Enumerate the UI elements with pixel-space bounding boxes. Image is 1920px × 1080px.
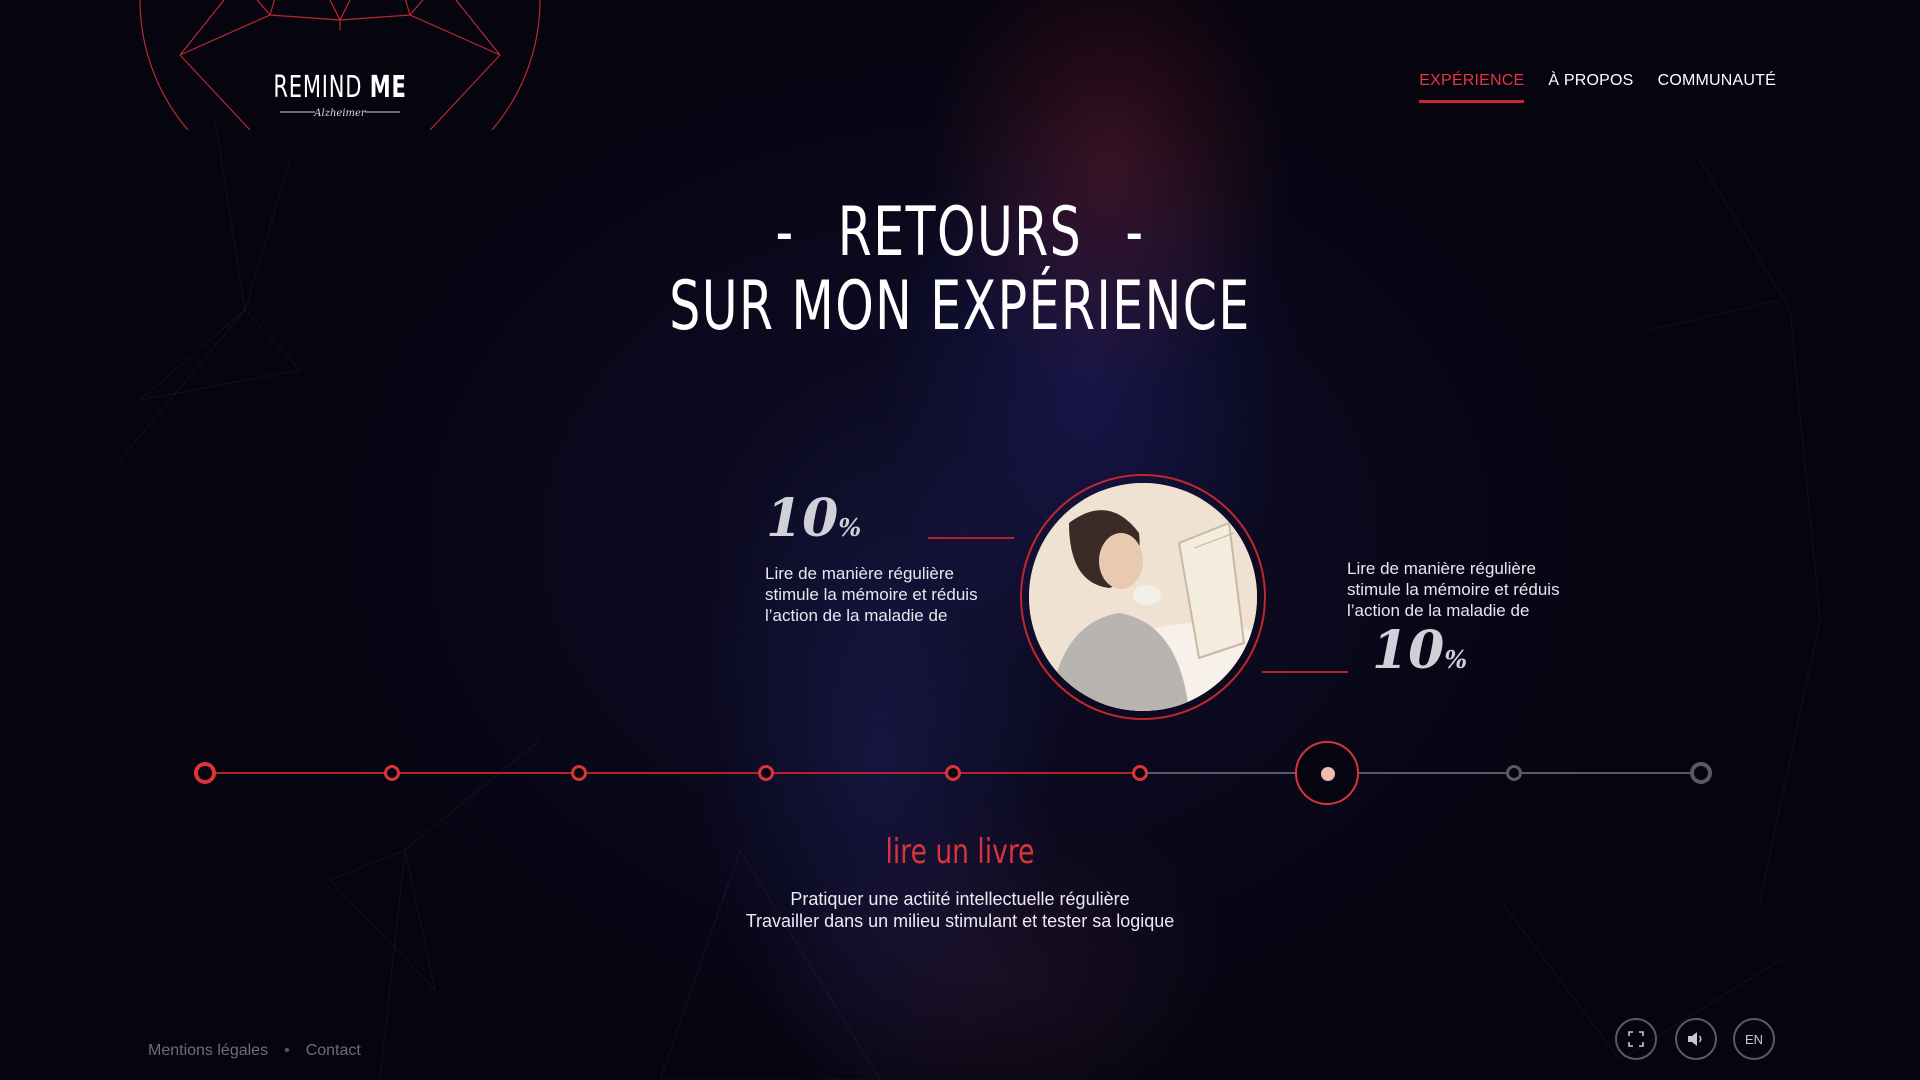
stat-left-number: 10: [766, 488, 839, 549]
nav-item-communaute[interactable]: COMMUNAUTÉ: [1658, 72, 1776, 103]
fullscreen-icon: [1628, 1031, 1644, 1047]
page-title-line2: SUR MON EXPÉRIENCE: [669, 267, 1251, 346]
sound-button[interactable]: [1675, 1018, 1717, 1060]
timeline-description-line: Travailler dans un milieu stimulant et t…: [745, 911, 1175, 931]
timeline-step[interactable]: [1506, 765, 1522, 781]
stat-left-connector: [928, 537, 1014, 539]
stat-right-connector: [1262, 671, 1348, 673]
woman-reading-photo: [1029, 483, 1257, 711]
logo-subtitle: Alzheimer: [314, 108, 366, 119]
page-title: - RETOURS - SUR MON EXPÉRIENCE: [0, 196, 1920, 344]
logo-wordmark: REMIND ME: [168, 70, 511, 105]
stat-right-text: Lire de manière régulière stimule la mém…: [1347, 559, 1560, 620]
stat-right-unit: %: [1444, 645, 1468, 674]
stat-right-number: 10: [1372, 620, 1445, 681]
timeline-description: Pratiquer une actiité intellectuelle rég…: [0, 888, 1920, 932]
title-dash-right: -: [1125, 193, 1145, 272]
nav-item-a-propos[interactable]: À PROPOS: [1548, 72, 1633, 103]
logo-name-light: REMIND: [273, 70, 363, 105]
timeline-step[interactable]: [1132, 765, 1148, 781]
portrait-frame: [1020, 474, 1266, 720]
stat-right-value: 10%: [1372, 620, 1467, 681]
stat-left-value: 10%: [766, 488, 861, 549]
stat-left-unit: %: [838, 513, 862, 542]
nav-item-experience[interactable]: EXPÉRIENCE: [1419, 72, 1525, 103]
fullscreen-button[interactable]: [1615, 1018, 1657, 1060]
logo[interactable]: REMIND ME Alzheimer: [120, 0, 560, 130]
woman-reading-illustration: [1029, 483, 1257, 711]
timeline-step[interactable]: [384, 765, 400, 781]
footer-links: Mentions légales • Contact: [148, 1042, 361, 1060]
timeline-step[interactable]: [194, 762, 216, 784]
stat-left-text: Lire de manière régulière stimule la mém…: [765, 564, 978, 625]
timeline-step[interactable]: [1690, 762, 1712, 784]
logo-name-bold: ME: [369, 70, 407, 105]
timeline-step[interactable]: [571, 765, 587, 781]
footer-separator: •: [284, 1042, 290, 1059]
language-button[interactable]: EN: [1733, 1018, 1775, 1060]
sound-icon: [1688, 1032, 1702, 1046]
timeline-step-active[interactable]: [1295, 741, 1359, 805]
title-dash-left: -: [775, 193, 795, 272]
title-line1-text: RETOURS: [837, 193, 1083, 272]
timeline-step[interactable]: [758, 765, 774, 781]
timeline-step-active-core: [1321, 767, 1335, 781]
footer-link-mentions-legales[interactable]: Mentions légales: [148, 1042, 268, 1060]
timeline-active-title: lire un livre: [885, 832, 1035, 872]
timeline-description-line: Pratiquer une actiité intellectuelle rég…: [790, 889, 1130, 909]
main-nav: EXPÉRIENCE À PROPOS COMMUNAUTÉ: [1419, 72, 1776, 103]
footer-link-contact[interactable]: Contact: [306, 1042, 361, 1060]
timeline-step[interactable]: [945, 765, 961, 781]
page-title-line1: - RETOURS -: [269, 196, 1651, 270]
